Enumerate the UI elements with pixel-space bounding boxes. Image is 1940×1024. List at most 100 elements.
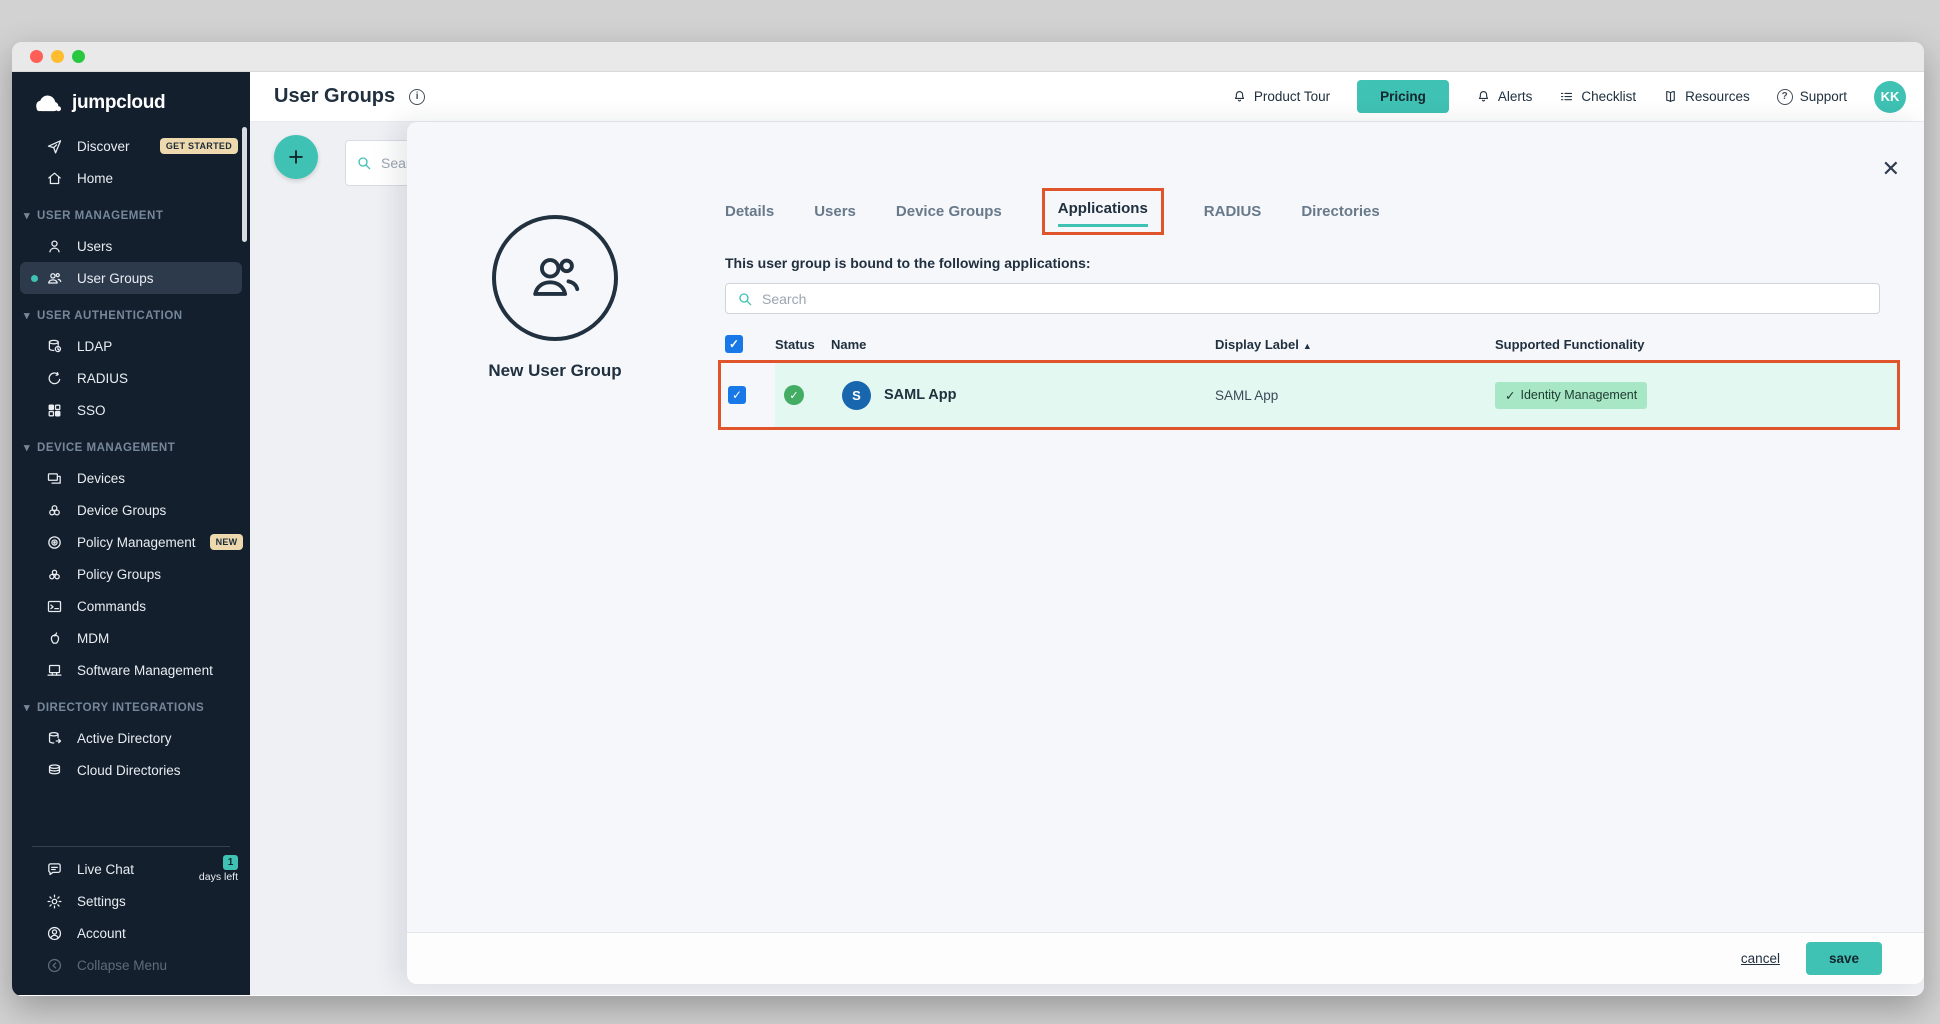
discover-icon	[46, 138, 63, 155]
table-header-row: ✓ Status Name Display Label▲ Supported F…	[725, 329, 1915, 359]
cloud-directories-icon	[46, 762, 63, 779]
settings-icon	[46, 893, 63, 910]
trial-countdown: 1days left	[199, 855, 238, 883]
badge-new: NEW	[210, 534, 244, 550]
sidebar-item-active-directory[interactable]: Active Directory	[12, 722, 250, 754]
active-directory-icon	[46, 730, 63, 747]
sidebar-scrollbar[interactable]	[242, 127, 247, 242]
sidebar-item-live-chat[interactable]: Live Chat1days left	[12, 853, 250, 885]
sidebar-item-policy-management[interactable]: Policy ManagementNEW	[12, 526, 250, 558]
sidebar-divider	[32, 846, 230, 847]
tab-users[interactable]: Users	[814, 203, 856, 220]
close-icon[interactable]: ✕	[1882, 158, 1900, 180]
policy-groups-icon	[46, 566, 63, 583]
product-tour-button[interactable]: Product Tour	[1232, 89, 1330, 104]
commands-icon	[46, 598, 63, 615]
search-icon	[356, 155, 372, 171]
chevron-down-icon[interactable]: ▾	[24, 443, 30, 454]
sidebar-section-directory-integrations: ▾DIRECTORY INTEGRATIONS	[12, 686, 250, 722]
sidebar-item-software-management[interactable]: Software Management	[12, 654, 250, 686]
tab-applications[interactable]: Applications	[1042, 188, 1164, 235]
devices-icon	[46, 470, 63, 487]
home-icon	[46, 170, 63, 187]
resources-button[interactable]: Resources	[1663, 89, 1750, 104]
sidebar-item-ldap[interactable]: LDAP	[12, 330, 250, 362]
sidebar-nav: DiscoverGET STARTEDHome▾USER MANAGEMENTU…	[12, 130, 250, 786]
radius-icon	[46, 370, 63, 387]
save-button[interactable]: save	[1806, 942, 1882, 975]
sidebar-item-users[interactable]: Users	[12, 230, 250, 262]
sidebar-item-device-groups[interactable]: Device Groups	[12, 494, 250, 526]
page-header: User Groups i Product Tour Pricing Alert…	[250, 72, 1924, 122]
sidebar-item-collapse-menu[interactable]: Collapse Menu	[12, 949, 250, 981]
group-name: New User Group	[445, 361, 665, 381]
policy-management-icon	[46, 534, 63, 551]
chevron-down-icon[interactable]: ▾	[24, 311, 30, 322]
tab-bar: Details Users Device Groups Applications RAD…	[725, 186, 1380, 236]
close-window-button[interactable]	[30, 50, 43, 63]
sidebar-item-account[interactable]: Account	[12, 917, 250, 949]
screenshot-stage: jumpcloud DiscoverGET STARTEDHome▾USER M…	[0, 0, 1940, 1024]
count-badge: 1	[223, 855, 238, 870]
jumpcloud-logo: jumpcloud	[12, 72, 250, 130]
column-functionality: Supported Functionality	[1495, 337, 1915, 352]
account-icon	[46, 925, 63, 942]
software-management-icon	[46, 662, 63, 679]
support-button[interactable]: ? Support	[1777, 89, 1847, 105]
bell-icon	[1232, 89, 1247, 104]
pricing-button[interactable]: Pricing	[1357, 80, 1449, 113]
select-all-checkbox[interactable]: ✓	[725, 335, 743, 353]
table-row[interactable]: ✓✓SSAML AppSAML App✓Identity Management	[718, 360, 1900, 430]
checklist-button[interactable]: Checklist	[1559, 89, 1636, 104]
group-avatar	[492, 215, 618, 341]
alerts-button[interactable]: Alerts	[1476, 89, 1533, 104]
sidebar-item-settings[interactable]: Settings	[12, 885, 250, 917]
user-group-icon	[526, 249, 584, 307]
sidebar-item-devices[interactable]: Devices	[12, 462, 250, 494]
live-chat-icon	[46, 861, 63, 878]
app-avatar: S	[842, 381, 871, 410]
sidebar-item-mdm[interactable]: MDM	[12, 622, 250, 654]
cancel-button[interactable]: cancel	[1741, 951, 1780, 966]
tab-details[interactable]: Details	[725, 203, 774, 220]
sidebar-item-home[interactable]: Home	[12, 162, 250, 194]
mdm-icon	[46, 630, 63, 647]
column-display-label[interactable]: Display Label▲	[1215, 337, 1495, 352]
sidebar-item-cloud-directories[interactable]: Cloud Directories	[12, 754, 250, 786]
search-icon	[737, 291, 753, 307]
column-status: Status	[775, 337, 831, 352]
sidebar: jumpcloud DiscoverGET STARTEDHome▾USER M…	[12, 72, 250, 995]
column-name: Name	[831, 337, 1215, 352]
tab-directories[interactable]: Directories	[1301, 203, 1379, 220]
applications-search-input[interactable]	[762, 291, 1868, 307]
sidebar-section-user-authentication: ▾USER AUTHENTICATION	[12, 294, 250, 330]
sort-asc-icon: ▲	[1303, 341, 1312, 351]
minimize-window-button[interactable]	[51, 50, 64, 63]
bound-apps-description: This user group is bound to the followin…	[725, 255, 1091, 271]
sidebar-item-policy-groups[interactable]: Policy Groups	[12, 558, 250, 590]
checklist-icon	[1559, 89, 1574, 104]
user-avatar[interactable]: KK	[1874, 81, 1906, 113]
sidebar-item-discover[interactable]: DiscoverGET STARTED	[12, 130, 250, 162]
users-icon	[46, 238, 63, 255]
row-checkbox[interactable]: ✓	[728, 386, 746, 404]
sso-icon	[46, 402, 63, 419]
sidebar-item-commands[interactable]: Commands	[12, 590, 250, 622]
tab-radius[interactable]: RADIUS	[1204, 203, 1262, 220]
check-icon: ✓	[1505, 388, 1515, 403]
user-groups-icon	[46, 270, 63, 287]
sidebar-item-radius[interactable]: RADIUS	[12, 362, 250, 394]
info-icon[interactable]: i	[409, 89, 425, 105]
applications-search-box[interactable]	[725, 283, 1880, 314]
chevron-down-icon[interactable]: ▾	[24, 703, 30, 714]
zoom-window-button[interactable]	[72, 50, 85, 63]
active-dot	[31, 275, 38, 282]
sidebar-item-user-groups[interactable]: User Groups	[20, 262, 242, 294]
chevron-down-icon[interactable]: ▾	[24, 211, 30, 222]
tab-device-groups[interactable]: Device Groups	[896, 203, 1002, 220]
page-title: User Groups	[274, 85, 395, 108]
cloud-logo-icon	[34, 93, 64, 113]
main-area: User Groups i Product Tour Pricing Alert…	[250, 72, 1924, 995]
sidebar-item-sso[interactable]: SSO	[12, 394, 250, 426]
add-user-group-button[interactable]: +	[274, 135, 318, 179]
